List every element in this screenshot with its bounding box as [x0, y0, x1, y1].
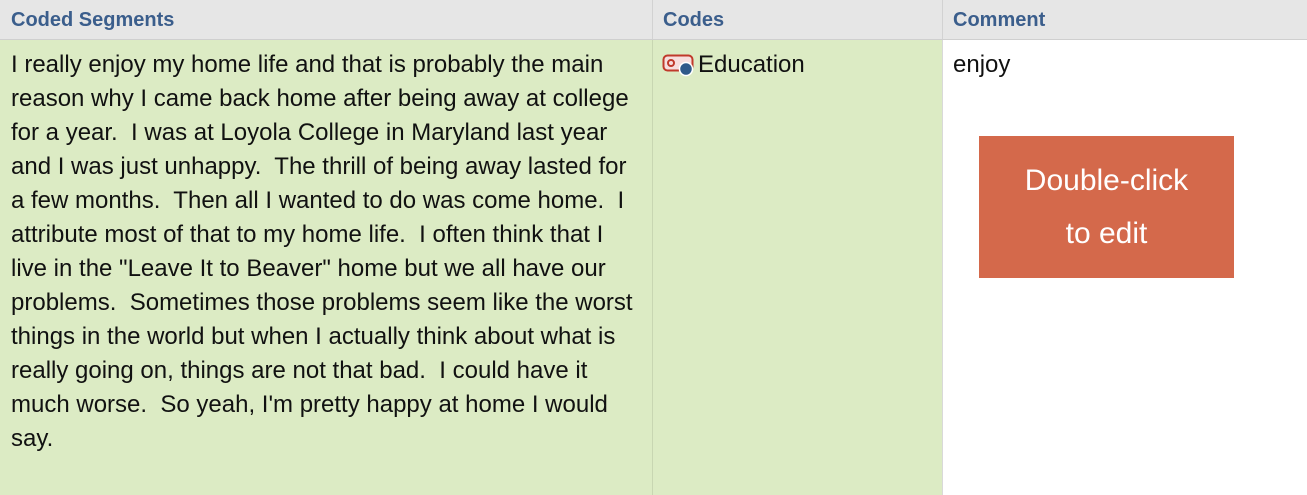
- codes-cell[interactable]: Education: [653, 40, 943, 495]
- code-tag-education[interactable]: Education: [662, 49, 934, 81]
- code-tag-icon: [662, 52, 696, 78]
- column-header-coded-segments[interactable]: Coded Segments: [0, 0, 653, 39]
- edit-hint-line2: to edit: [1065, 217, 1148, 250]
- edit-hint-line1: Double-click: [1024, 164, 1189, 197]
- coded-segment-cell[interactable]: I really enjoy my home life and that is …: [0, 40, 653, 495]
- code-label: Education: [698, 51, 805, 78]
- column-header-codes[interactable]: Codes: [653, 0, 943, 39]
- table-header: Coded Segments Codes Comment: [0, 0, 1307, 40]
- column-header-comment[interactable]: Comment: [943, 0, 1307, 39]
- coded-segment-text: I really enjoy my home life and that is …: [11, 51, 640, 452]
- coded-segments-table: Coded Segments Codes Comment I really en…: [0, 0, 1307, 495]
- double-click-to-edit-hint[interactable]: Double-click to edit: [979, 136, 1234, 278]
- comment-text: enjoy: [953, 51, 1011, 78]
